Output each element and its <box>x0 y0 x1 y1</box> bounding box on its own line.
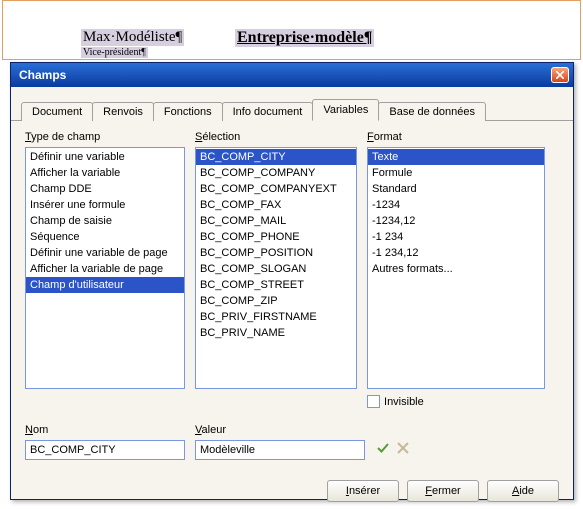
selection-item[interactable]: BC_COMP_MAIL <box>196 213 356 229</box>
selection-item[interactable]: BC_COMP_ZIP <box>196 293 356 309</box>
type-item[interactable]: Champ de saisie <box>26 213 184 229</box>
doc-name: Max·Modéliste¶ <box>81 29 184 46</box>
type-item[interactable]: Insérer une formule <box>26 197 184 213</box>
close-icon <box>556 71 564 79</box>
selection-item[interactable]: BC_PRIV_NAME <box>196 325 356 341</box>
selection-item[interactable]: BC_COMP_FAX <box>196 197 356 213</box>
tab-info-document[interactable]: Info document <box>222 102 314 121</box>
fields-dialog: Champs Document Renvois Fonctions Info d… <box>10 62 574 500</box>
selection-item[interactable]: BC_COMP_COMPANY <box>196 165 356 181</box>
close-dialog-button[interactable]: Fermer <box>407 480 479 502</box>
apply-button[interactable] <box>375 440 391 456</box>
type-item[interactable]: Champ DDE <box>26 181 184 197</box>
selection-listbox[interactable]: BC_COMP_CITYBC_COMP_COMPANYBC_COMP_COMPA… <box>195 147 357 389</box>
invisible-checkbox[interactable] <box>367 395 380 408</box>
delete-button[interactable] <box>395 440 411 456</box>
type-item[interactable]: Définir une variable <box>26 149 184 165</box>
tab-fonctions[interactable]: Fonctions <box>153 102 223 121</box>
nom-label: Nom <box>25 424 185 436</box>
selection-item[interactable]: BC_COMP_STREET <box>196 277 356 293</box>
format-item[interactable]: -1 234 <box>368 229 544 245</box>
format-item[interactable]: -1234,12 <box>368 213 544 229</box>
format-item[interactable]: Standard <box>368 181 544 197</box>
valeur-label: Valeur <box>195 424 365 436</box>
format-item[interactable]: Autres formats... <box>368 261 544 277</box>
doc-company: Entreprise·modèle¶ <box>235 29 374 47</box>
type-item[interactable]: Séquence <box>26 229 184 245</box>
selection-item[interactable]: BC_COMP_POSITION <box>196 245 356 261</box>
insert-button[interactable]: Insérer <box>327 480 399 502</box>
format-item[interactable]: -1 234,12 <box>368 245 544 261</box>
type-item[interactable]: Définir une variable de page <box>26 245 184 261</box>
tab-bar: Document Renvois Fonctions Info document… <box>11 87 573 121</box>
invisible-label: Invisible <box>384 396 424 408</box>
cross-icon <box>397 442 409 454</box>
format-item[interactable]: -1234 <box>368 197 544 213</box>
tab-renvois[interactable]: Renvois <box>92 102 154 121</box>
selection-item[interactable]: BC_COMP_CITY <box>196 149 356 165</box>
check-icon <box>376 441 390 455</box>
format-label: Format <box>367 131 545 143</box>
type-item[interactable]: Afficher la variable <box>26 165 184 181</box>
selection-item[interactable]: BC_PRIV_FIRSTNAME <box>196 309 356 325</box>
nom-input[interactable] <box>25 440 185 460</box>
titlebar: Champs <box>11 63 573 87</box>
type-item[interactable]: Afficher la variable de page <box>26 261 184 277</box>
selection-label: Sélection <box>195 131 357 143</box>
doc-subtitle: Vice-président¶ <box>81 47 148 58</box>
type-label: Type de champ <box>25 131 185 143</box>
format-item[interactable]: Formule <box>368 165 544 181</box>
dialog-title: Champs <box>19 68 66 82</box>
help-button[interactable]: Aide <box>487 480 559 502</box>
format-item[interactable]: Texte <box>368 149 544 165</box>
type-item[interactable]: Champ d'utilisateur <box>26 277 184 293</box>
tab-base-de-donnees[interactable]: Base de données <box>378 102 486 121</box>
selection-item[interactable]: BC_COMP_COMPANYEXT <box>196 181 356 197</box>
close-button[interactable] <box>551 67 569 83</box>
format-listbox[interactable]: TexteFormuleStandard-1234-1234,12-1 234-… <box>367 147 545 389</box>
tab-variables[interactable]: Variables <box>312 99 379 121</box>
button-bar: Insérer Fermer Aide <box>11 470 573 502</box>
tab-document[interactable]: Document <box>21 102 93 121</box>
valeur-input[interactable] <box>195 440 365 460</box>
type-listbox[interactable]: Définir une variableAfficher la variable… <box>25 147 185 389</box>
selection-item[interactable]: BC_COMP_SLOGAN <box>196 261 356 277</box>
selection-item[interactable]: BC_COMP_PHONE <box>196 229 356 245</box>
